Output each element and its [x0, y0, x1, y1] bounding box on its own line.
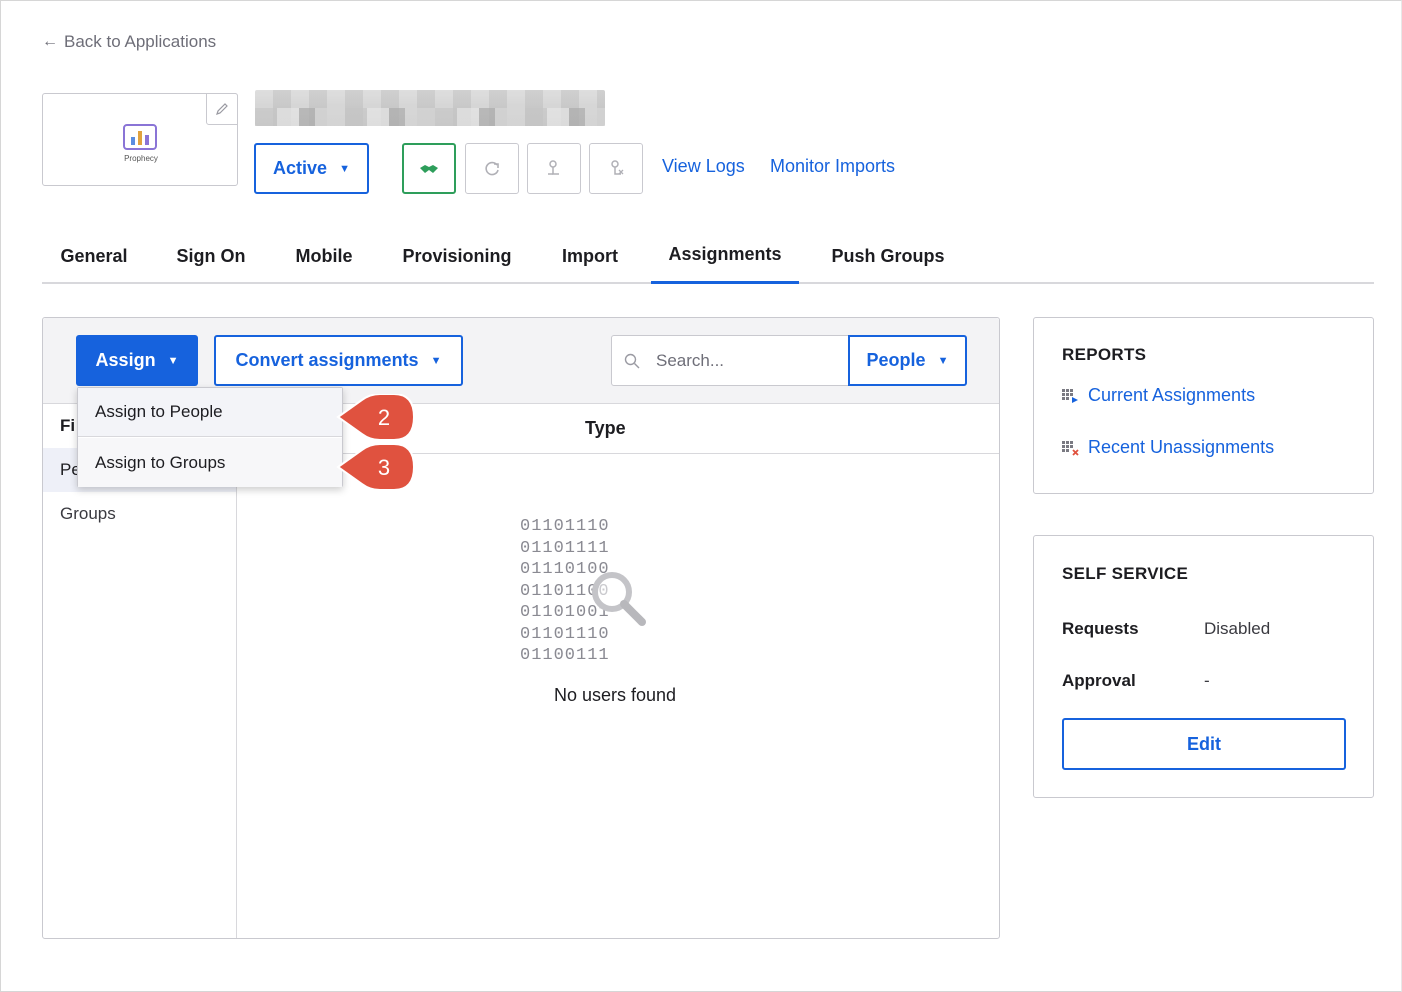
refresh-icon	[485, 161, 499, 175]
approval-label: Approval	[1062, 671, 1136, 690]
tab-push-groups[interactable]: Push Groups	[829, 228, 947, 284]
back-to-applications-link[interactable]: ← Back to Applications	[42, 32, 216, 52]
push-user-button[interactable]	[527, 143, 581, 194]
assign-button[interactable]: Assign ▼	[76, 335, 198, 386]
caret-down-icon: ▼	[430, 354, 442, 367]
app-name-redacted	[255, 90, 605, 126]
current-assignments-label: Current Assignments	[1088, 385, 1256, 405]
tab-assignments[interactable]: Assignments	[651, 228, 799, 284]
type-column-header: Type	[585, 418, 626, 438]
callout-marker-2: 2	[336, 394, 416, 440]
empty-state-message: No users found	[554, 685, 677, 705]
self-service-title: SELF SERVICE	[1062, 564, 1189, 583]
assign-dropdown-menu: Assign to People Assign to Groups	[77, 387, 343, 487]
refresh-button[interactable]	[465, 143, 519, 194]
handshake-icon	[420, 164, 438, 173]
binary-line: 01101110	[520, 517, 610, 536]
view-logs-link[interactable]: View Logs	[662, 156, 745, 177]
recent-unassignments-label: Recent Unassignments	[1088, 437, 1275, 457]
approval-value: -	[1204, 671, 1210, 690]
binary-line: 01101111	[520, 538, 610, 558]
self-service-card: SELF SERVICE Requests Disabled Approval …	[1033, 535, 1374, 798]
report-grid-icon	[1062, 388, 1078, 403]
search-icon	[624, 353, 640, 368]
reports-card: REPORTS Current Assignments Recent Unass…	[1033, 317, 1374, 494]
self-service-edit-button[interactable]: Edit	[1062, 718, 1346, 770]
convert-label: Convert assignments	[235, 350, 419, 370]
filter-groups[interactable]: Groups	[43, 492, 236, 536]
user-push-icon	[548, 159, 559, 175]
callout-number: 2	[378, 405, 390, 430]
tab-mobile[interactable]: Mobile	[292, 228, 356, 284]
search-input[interactable]	[656, 350, 826, 371]
callout-number: 3	[378, 455, 390, 480]
monitor-imports-link[interactable]: Monitor Imports	[770, 156, 895, 177]
assign-label: Assign	[95, 350, 156, 370]
requests-label: Requests	[1062, 619, 1139, 638]
status-label: Active	[273, 158, 328, 178]
deactivate-user-button[interactable]	[589, 143, 643, 194]
people-filter-label: People	[866, 350, 926, 370]
back-link-label: Back to Applications	[64, 32, 217, 51]
current-assignments-link[interactable]: Current Assignments	[1062, 385, 1255, 406]
handshake-button[interactable]	[402, 143, 456, 194]
caret-down-icon: ▼	[937, 354, 949, 367]
convert-assignments-button[interactable]: Convert assignments ▼	[214, 335, 463, 386]
report-grid-remove-icon	[1062, 440, 1079, 456]
user-remove-icon	[611, 159, 624, 175]
arrow-left-icon: ←	[42, 33, 58, 50]
requests-value: Disabled	[1204, 619, 1271, 638]
tab-sign-on[interactable]: Sign On	[174, 228, 248, 284]
callout-marker-3: 3	[336, 444, 416, 490]
app-tabs: General Sign On Mobile Provisioning Impo…	[42, 228, 1374, 284]
reports-title: REPORTS	[1062, 345, 1147, 364]
tab-provisioning[interactable]: Provisioning	[400, 228, 514, 284]
tab-import[interactable]: Import	[558, 228, 622, 284]
binary-line: 01100111	[520, 646, 610, 665]
assign-to-groups-item[interactable]: Assign to Groups	[78, 438, 342, 487]
pencil-icon	[216, 103, 228, 115]
magnifier-icon	[592, 572, 646, 626]
app-logo-icon	[123, 124, 157, 150]
caret-down-icon: ▼	[167, 354, 179, 367]
edit-logo-button[interactable]	[206, 93, 238, 125]
search-box	[611, 335, 849, 386]
app-logo-text: Prophecy	[124, 154, 158, 163]
assign-to-people-item[interactable]: Assign to People	[78, 388, 342, 437]
recent-unassignments-link[interactable]: Recent Unassignments	[1062, 437, 1274, 458]
app-logo-card: Prophecy	[42, 93, 238, 186]
caret-down-icon: ▼	[339, 162, 350, 175]
status-dropdown[interactable]: Active ▼	[254, 143, 369, 194]
people-filter-dropdown[interactable]: People ▼	[848, 335, 967, 386]
tab-general[interactable]: General	[58, 228, 130, 284]
